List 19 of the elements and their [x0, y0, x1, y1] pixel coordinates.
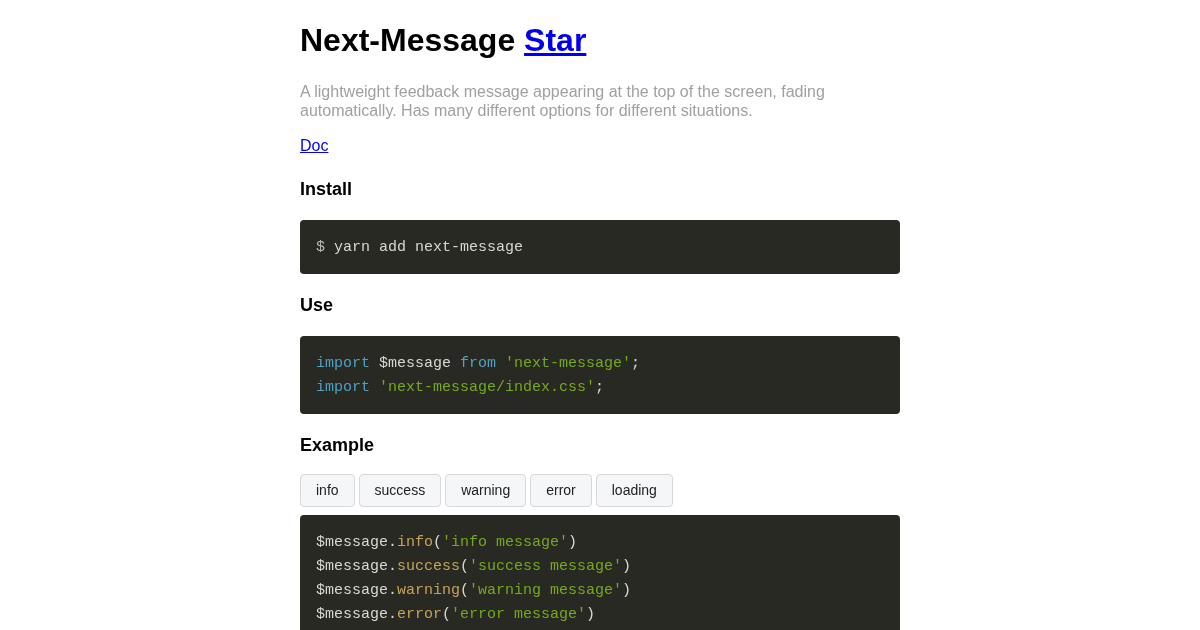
code-line: $message.error('error message'): [316, 605, 597, 625]
star-link[interactable]: Star: [524, 22, 587, 58]
code-line: import $message from 'next-message';: [316, 354, 642, 374]
code-line: import 'next-message/index.css';: [316, 378, 606, 398]
page-title: Next-Message: [300, 22, 516, 58]
demo-button[interactable]: success: [358, 474, 442, 507]
demo-button[interactable]: info: [300, 474, 355, 507]
description: A lightweight feedback message appearing at the top of the screen, fading automatically. Has many different options for different situations.: [300, 82, 826, 120]
code-line: $message.info('info message'): [316, 533, 579, 553]
doc-link[interactable]: Doc: [300, 134, 329, 158]
demo-button[interactable]: error: [530, 474, 592, 507]
code-line: $message.success('success message'): [316, 557, 633, 577]
section-heading: Use: [300, 294, 335, 316]
section-heading: Example: [300, 434, 376, 456]
code-line: $ yarn add next-message: [316, 238, 525, 258]
section-heading: Install: [300, 178, 353, 200]
demo-button[interactable]: loading: [595, 474, 673, 507]
demo-button[interactable]: warning: [445, 474, 527, 507]
code-line: $message.warning('warning message'): [316, 581, 633, 601]
